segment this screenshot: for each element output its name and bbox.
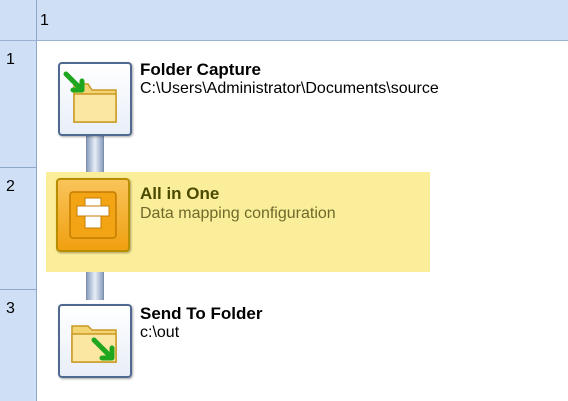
row-divider	[0, 289, 36, 290]
row-header-2[interactable]: 2	[6, 178, 15, 196]
step-all-in-one[interactable]: All in One Data mapping configuration	[46, 172, 430, 272]
step-subtitle: Data mapping configuration	[140, 205, 336, 222]
row-header-3[interactable]: 3	[6, 300, 15, 318]
workflow-grid: 1 1 2 3 Folder Capture C:\Users\Administ…	[0, 0, 568, 401]
send-to-folder-icon	[58, 304, 132, 378]
step-title: Send To Folder	[140, 304, 263, 323]
step-folder-capture[interactable]: Folder Capture C:\Users\Administrator\Do…	[56, 56, 439, 156]
row-header-1[interactable]: 1	[6, 51, 15, 69]
step-title: All in One	[140, 184, 220, 203]
column-header-bar: 1	[0, 0, 568, 41]
folder-capture-icon	[58, 62, 132, 136]
column-header-1[interactable]: 1	[40, 12, 49, 30]
step-subtitle: c:\out	[140, 324, 180, 341]
data-mapping-icon	[56, 178, 130, 252]
grid-corner-cell[interactable]	[0, 0, 37, 40]
step-title: Folder Capture	[140, 60, 261, 79]
step-send-to-folder[interactable]: Send To Folder c:\out	[56, 298, 436, 398]
step-subtitle: C:\Users\Administrator\Documents\source	[140, 80, 439, 97]
row-divider	[0, 167, 36, 168]
row-header-strip: 1 2 3	[0, 41, 37, 401]
